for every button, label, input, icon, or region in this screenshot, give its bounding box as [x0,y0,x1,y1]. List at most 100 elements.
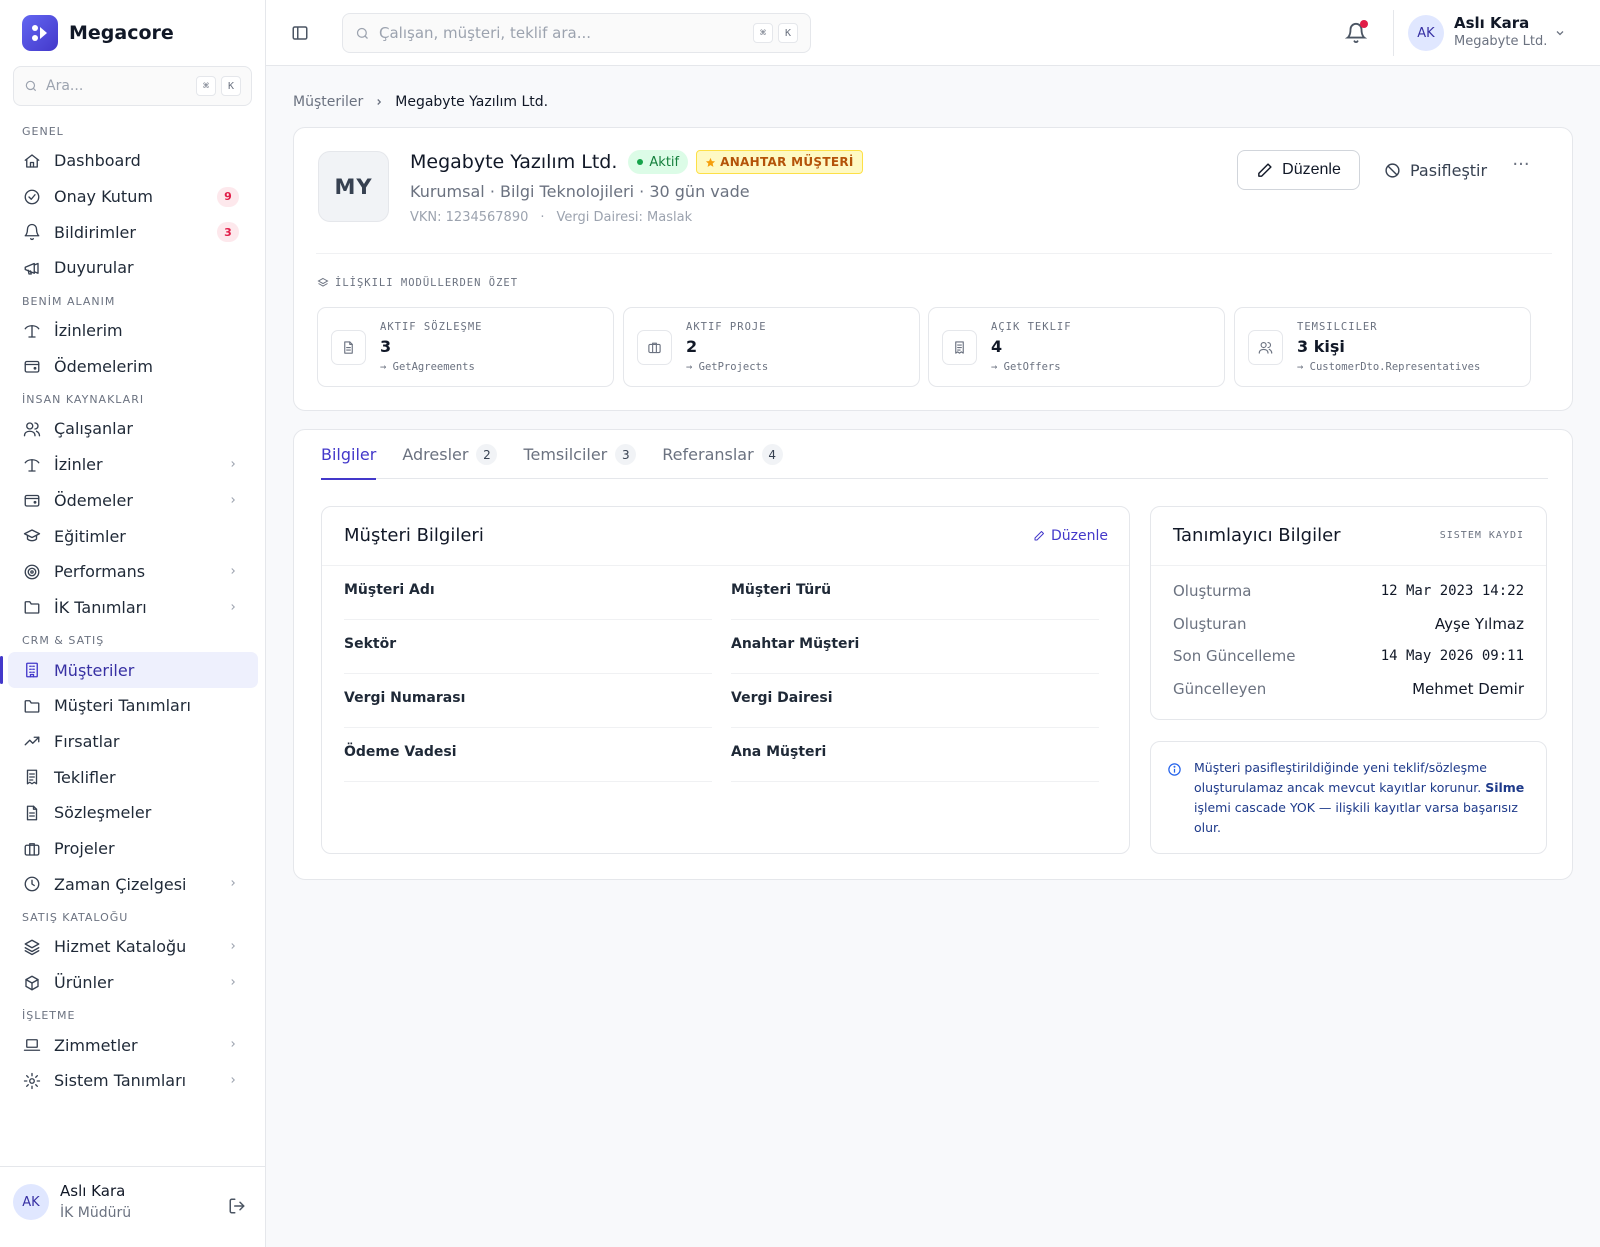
stat-card-acik-teklif[interactable]: AÇIK TEKLIF 4 → GetOffers [928,307,1225,387]
sidebar-item-izinler[interactable]: İzinler [0,447,266,483]
sidebar-item-label: İzinlerim [54,321,123,341]
tab-temsilciler[interactable]: Temsilciler 3 [523,430,637,479]
customer-subtitle: Kurumsal · Bilgi Teknolojileri · 30 gün … [410,182,750,201]
sidebar-item-egitimler[interactable]: Eğitimler [0,518,266,554]
sidebar-item-bildirimler[interactable]: Bildirimler 3 [0,214,266,250]
kbd-k: K [778,23,798,43]
sidebar-item-sistem-tanimlari[interactable]: Sistem Tanımları [0,1063,266,1099]
tab-referanslar[interactable]: Referanslar 4 [662,430,783,479]
global-search-input[interactable]: Çalışan, müşteri, teklif ara... ⌘ K [342,13,811,53]
identifier-row-son-guncelleme: Son Güncelleme 14 May 2026 09:11 [1173,644,1524,668]
logout-icon[interactable] [228,1197,246,1215]
sidebar-item-odemeler[interactable]: Ödemeler [0,483,266,519]
identifier-value: Ayşe Yılmaz [1434,614,1524,633]
header-user-name[interactable]: Aslı Kara [1454,14,1529,32]
target-icon [24,564,40,580]
customer-info-edit-link[interactable]: Düzenle [1033,528,1108,544]
sidebar-item-odemelerim[interactable]: Ödemelerim [0,348,266,384]
customer-meta: VKN: 1234567890 · Vergi Dairesi: Maslak [410,210,692,225]
avatar[interactable]: AK [1408,15,1444,51]
identifier-key: Oluşturan [1173,614,1247,633]
sidebar-item-hizmet-katalogu[interactable]: Hizmet Kataloğu [0,929,266,965]
stat-value: 2 [686,337,698,356]
chevron-down-icon[interactable] [1554,27,1566,39]
stat-card-aktif-proje[interactable]: AKTIF PROJE 2 → GetProjects [623,307,920,387]
sidebar-item-urunler[interactable]: Ürünler [0,965,266,1001]
stat-source: → GetAgreements [380,361,475,373]
sidebar-item-calisanlar[interactable]: Çalışanlar [0,411,266,447]
clock-icon [24,876,40,892]
kbd-cmd: ⌘ [196,76,216,96]
chevron-right-icon [231,460,235,467]
sidebar-item-projeler[interactable]: Projeler [0,831,266,867]
sidebar-item-ik-tanimlari[interactable]: İK Tanımları [0,590,266,626]
nav-section-title: CRM & SATIŞ [22,634,105,648]
breadcrumb-current: Megabyte Yazılım Ltd. [395,94,549,110]
stat-value: 3 [380,337,392,356]
identifier-value: 14 May 2026 09:11 [1380,648,1524,664]
system-record-tag: SISTEM KAYDI [1439,530,1524,541]
chevron-right-icon [231,978,235,985]
sidebar-item-zaman-cizelgesi[interactable]: Zaman Çizelgesi [0,866,266,902]
more-options-icon[interactable]: ··· [1511,156,1531,180]
customer-avatar: MY [318,151,389,222]
stat-label: AÇIK TEKLIF [991,321,1072,333]
sidebar-item-duyurular[interactable]: Duyurular [0,250,266,286]
bell-icon [24,224,40,241]
breadcrumb-parent[interactable]: Müşteriler [293,94,363,110]
tab-bilgiler[interactable]: Bilgiler [321,430,377,480]
sidebar-item-label: Fırsatlar [54,731,120,751]
sidebar-item-sozlesmeler[interactable]: Sözleşmeler [0,795,266,831]
meta-separator: · [540,210,545,225]
sidebar-item-musteri-tanimlari[interactable]: Müşteri Tanımları [0,688,266,724]
field-odeme-vadesi: Ödeme Vadesi [344,728,712,782]
identifier-row-olusturma: Oluşturma 12 Mar 2023 14:22 [1173,579,1524,603]
file-text-icon [26,805,38,821]
stat-icon-box [637,330,672,365]
sidebar-search-input[interactable]: Ara... ⌘ K [13,66,252,106]
field-vergi-dairesi: Vergi Dairesi [731,674,1099,728]
field-ana-musteri: Ana Müşteri [731,728,1099,782]
stat-label: AKTIF SÖZLEŞME [380,321,483,333]
pencil-icon [1258,162,1272,177]
chevron-right-icon [231,496,235,503]
note-text-1: Müşteri pasifleştirildiğinde yeni teklif… [1194,760,1487,795]
sidebar-item-label: Duyurular [54,258,134,278]
notification-dot [1360,20,1368,28]
sidebar-item-firsatlar[interactable]: Fırsatlar [0,724,266,760]
sidebar-toggle-icon[interactable] [291,24,309,42]
sidebar-item-teklifler[interactable]: Teklifler [0,759,266,795]
deactivate-button[interactable]: Pasifleştir [1384,150,1487,190]
customer-info-panel: Müşteri Bilgileri Düzenle Müşteri Adı Müş… [321,506,1130,854]
identifier-panel: Tanımlayıcı Bilgiler SISTEM KAYDI Oluştu… [1150,506,1547,720]
identifier-key: Güncelleyen [1173,679,1267,698]
avatar[interactable]: AK [13,1184,49,1220]
tab-adresler[interactable]: Adresler 2 [402,430,498,479]
nav-section-title: BENİM ALANIM [22,294,116,308]
users-icon [1258,341,1273,354]
stat-icon-box [331,330,366,365]
top-header: Çalışan, müşteri, teklif ara... ⌘ K AK A… [266,0,1600,66]
stat-card-temsilciler[interactable]: TEMSILCILER 3 kişi → CustomerDto.Represent… [1234,307,1531,387]
sidebar-item-dashboard[interactable]: Dashboard [0,143,266,179]
detail-tabs: Bilgiler Adresler 2 Temsilciler 3 Referanslar… [321,430,1548,480]
stat-card-aktif-sozlesme[interactable]: AKTIF SÖZLEŞME 3 → GetAgreements [317,307,614,387]
sidebar-item-label: Ödemelerim [54,356,153,376]
tab-label: Temsilciler [523,445,608,464]
sidebar-item-izinlerim[interactable]: İzinlerim [0,313,266,349]
count-badge: 9 [217,186,239,207]
identifier-value: 12 Mar 2023 14:22 [1380,583,1524,599]
sidebar-item-zimmetler[interactable]: Zimmetler [0,1027,266,1063]
sidebar-item-musteriler[interactable]: Müşteriler [0,652,258,688]
sidebar-item-performans[interactable]: Performans [0,554,266,590]
identifier-header: Tanımlayıcı Bilgiler SISTEM KAYDI [1151,507,1546,566]
briefcase-icon [648,342,661,354]
info-icon [1168,763,1181,776]
tab-label: Bilgiler [321,445,377,464]
header-user-company: Megabyte Ltd. [1454,34,1548,49]
brand[interactable]: Megacore [22,15,174,51]
sidebar-item-onay-kutum[interactable]: Onay Kutum 9 [0,179,266,215]
sidebar-search-placeholder: Ara... [46,78,84,94]
edit-button[interactable]: Düzenle [1237,150,1360,190]
identifier-title: Tanımlayıcı Bilgiler [1173,525,1341,546]
